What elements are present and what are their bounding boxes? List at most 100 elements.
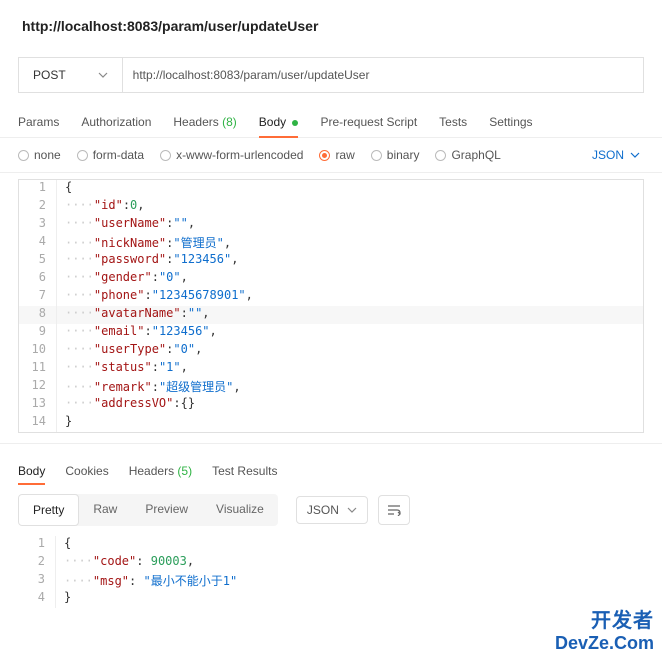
code-line: 1{: [19, 180, 643, 198]
wrap-icon: [387, 504, 401, 516]
resp-tab-headers[interactable]: Headers (5): [129, 458, 192, 484]
radio-label: none: [34, 148, 61, 162]
radio-icon: [371, 150, 382, 161]
tab-body-label: Body: [259, 115, 286, 129]
code-line: 7····"phone":"12345678901",: [19, 288, 643, 306]
code-content: ····"msg": "最小不能小于1": [56, 572, 237, 590]
line-number: 7: [19, 288, 57, 306]
watermark-line2: DevZe.Com: [555, 633, 654, 654]
tab-headers[interactable]: Headers (8): [173, 107, 236, 137]
radio-raw[interactable]: raw: [319, 148, 354, 162]
line-number: 12: [19, 378, 57, 396]
request-bar: POST: [18, 57, 644, 93]
tab-headers-count: (8): [222, 115, 237, 129]
code-content: {: [57, 180, 72, 198]
line-number: 4: [18, 590, 56, 608]
code-content: ····"phone":"12345678901",: [57, 288, 253, 306]
code-line: 6····"gender":"0",: [19, 270, 643, 288]
chevron-down-icon: [98, 70, 108, 80]
code-content: }: [56, 590, 71, 608]
resp-tab-headers-label: Headers: [129, 464, 174, 478]
chevron-down-icon: [347, 505, 357, 515]
line-number: 8: [19, 306, 57, 324]
response-tabs: Body Cookies Headers (5) Test Results: [0, 443, 662, 484]
radio-label: binary: [387, 148, 420, 162]
line-number: 6: [19, 270, 57, 288]
line-number: 1: [18, 536, 56, 554]
tab-params[interactable]: Params: [18, 107, 59, 137]
view-pretty[interactable]: Pretty: [18, 494, 79, 526]
code-line: 9····"email":"123456",: [19, 324, 643, 342]
resp-tab-cookies[interactable]: Cookies: [65, 458, 108, 484]
resp-tab-body[interactable]: Body: [18, 458, 45, 484]
radio-icon: [319, 150, 330, 161]
view-visualize[interactable]: Visualize: [202, 494, 278, 526]
line-number: 3: [19, 216, 57, 234]
http-method-label: POST: [33, 68, 66, 82]
view-raw[interactable]: Raw: [79, 494, 131, 526]
code-line: 10····"userType":"0",: [19, 342, 643, 360]
radio-icon: [435, 150, 446, 161]
response-view-bar: Pretty Raw Preview Visualize JSON: [0, 484, 662, 536]
code-line: 2····"code": 90003,: [18, 554, 644, 572]
line-number: 1: [19, 180, 57, 198]
radio-label: form-data: [93, 148, 144, 162]
radio-formdata[interactable]: form-data: [77, 148, 144, 162]
view-preview[interactable]: Preview: [131, 494, 202, 526]
watermark: 开发者 DevZe.Com: [555, 604, 654, 654]
code-content: ····"remark":"超级管理员",: [57, 378, 241, 396]
code-line: 8····"avatarName":"",: [19, 306, 643, 324]
line-number: 14: [19, 414, 57, 432]
watermark-line1: 开发者: [555, 604, 654, 633]
http-method-select[interactable]: POST: [19, 58, 123, 92]
code-line: 4····"nickName":"管理员",: [19, 234, 643, 252]
request-body-editor[interactable]: 1{2····"id":0,3····"userName":"",4····"n…: [18, 179, 644, 433]
code-line: 14}: [19, 414, 643, 432]
body-type-row: none form-data x-www-form-urlencoded raw…: [0, 138, 662, 173]
code-content: ····"password":"123456",: [57, 252, 238, 270]
resp-tab-tests[interactable]: Test Results: [212, 458, 277, 484]
tab-prerequest[interactable]: Pre-request Script: [320, 107, 417, 137]
code-content: ····"code": 90003,: [56, 554, 194, 572]
tab-body[interactable]: Body: [259, 107, 299, 137]
radio-none[interactable]: none: [18, 148, 61, 162]
tab-tests[interactable]: Tests: [439, 107, 467, 137]
line-number: 5: [19, 252, 57, 270]
radio-icon: [77, 150, 88, 161]
code-content: ····"addressVO":{}: [57, 396, 195, 414]
code-line: 11····"status":"1",: [19, 360, 643, 378]
tab-settings[interactable]: Settings: [489, 107, 532, 137]
request-title: http://localhost:8083/param/user/updateU…: [0, 0, 662, 57]
view-mode-segment: Pretty Raw Preview Visualize: [18, 494, 278, 526]
wrap-lines-button[interactable]: [378, 495, 410, 525]
code-line: 1{: [18, 536, 644, 554]
code-line: 2····"id":0,: [19, 198, 643, 216]
line-number: 3: [18, 572, 56, 590]
line-number: 13: [19, 396, 57, 414]
radio-xwww[interactable]: x-www-form-urlencoded: [160, 148, 303, 162]
response-format-label: JSON: [307, 503, 339, 517]
code-line: 3····"msg": "最小不能小于1": [18, 572, 644, 590]
code-content: ····"avatarName":"",: [57, 306, 210, 324]
code-content: ····"gender":"0",: [57, 270, 188, 288]
url-input-wrap: [123, 58, 643, 92]
line-number: 2: [18, 554, 56, 572]
line-number: 11: [19, 360, 57, 378]
radio-binary[interactable]: binary: [371, 148, 420, 162]
code-content: ····"status":"1",: [57, 360, 188, 378]
request-tabs: Params Authorization Headers (8) Body Pr…: [0, 107, 662, 138]
content-type-label: JSON: [592, 148, 624, 162]
code-content: ····"userName":"",: [57, 216, 195, 234]
radio-graphql[interactable]: GraphQL: [435, 148, 500, 162]
response-body-editor[interactable]: 1{2····"code": 90003,3····"msg": "最小不能小于…: [18, 536, 644, 608]
tab-authorization[interactable]: Authorization: [81, 107, 151, 137]
content-type-select[interactable]: JSON: [592, 148, 644, 162]
url-input[interactable]: [133, 68, 633, 82]
code-content: ····"id":0,: [57, 198, 145, 216]
code-content: ····"userType":"0",: [57, 342, 202, 360]
chevron-down-icon: [630, 150, 640, 160]
code-line: 13····"addressVO":{}: [19, 396, 643, 414]
code-content: ····"email":"123456",: [57, 324, 217, 342]
resp-tab-headers-count: (5): [177, 464, 192, 478]
response-format-select[interactable]: JSON: [296, 496, 368, 524]
